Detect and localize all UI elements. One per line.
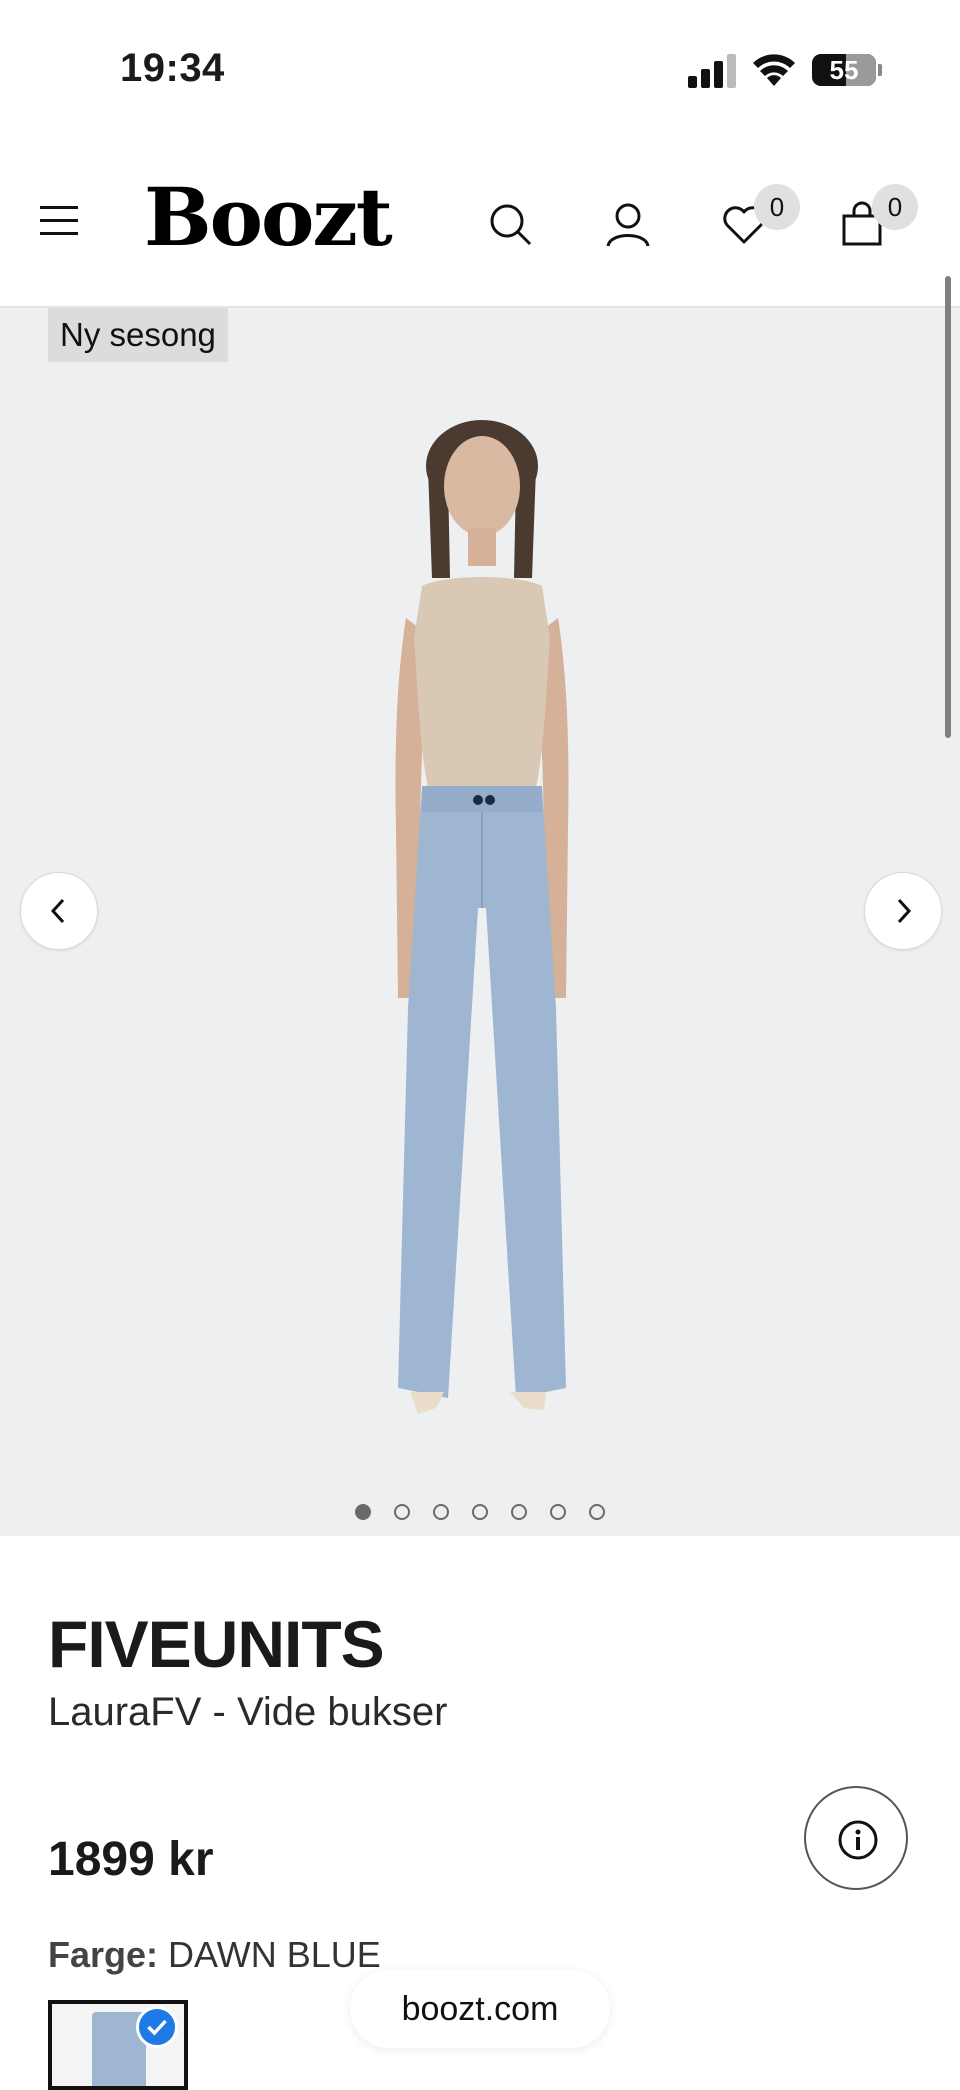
gallery-dot[interactable]	[550, 1504, 566, 1520]
gallery-dot[interactable]	[355, 1504, 371, 1520]
gallery-dot[interactable]	[394, 1504, 410, 1520]
info-button[interactable]	[804, 1786, 908, 1890]
check-icon	[136, 2006, 178, 2048]
battery-icon: 55	[812, 54, 876, 86]
page-scrollbar[interactable]	[945, 276, 951, 738]
product-price: 1899 kr	[48, 1833, 214, 1886]
color-row: Farge: DAWN BLUE	[48, 1934, 381, 1976]
battery-level: 55	[829, 55, 859, 85]
battery-tip	[878, 64, 882, 76]
gallery-dot[interactable]	[589, 1504, 605, 1520]
chevron-left-icon	[50, 898, 65, 924]
logo[interactable]: Boozt	[144, 170, 393, 264]
cellular-signal-icon	[688, 52, 738, 88]
wifi-icon	[753, 54, 795, 86]
status-time: 19:34	[120, 46, 225, 90]
color-value: DAWN BLUE	[168, 1934, 381, 1975]
info-icon	[838, 1820, 878, 1860]
color-label: Farge:	[48, 1934, 159, 1975]
gallery-dot[interactable]	[433, 1504, 449, 1520]
new-season-tag: Ny sesong	[48, 308, 228, 362]
product-image-gallery[interactable]: Ny sesong	[0, 308, 960, 1536]
chevron-right-icon	[897, 898, 912, 924]
gallery-pagination[interactable]	[0, 1504, 960, 1526]
wishlist-count-badge: 0	[754, 184, 800, 230]
status-bar: 19:34 55	[0, 0, 960, 130]
menu-icon[interactable]	[40, 206, 80, 236]
gallery-dot[interactable]	[511, 1504, 527, 1520]
next-image-button[interactable]	[864, 872, 942, 950]
gallery-dot[interactable]	[472, 1504, 488, 1520]
product-image[interactable]	[340, 408, 630, 1448]
browser-url-pill[interactable]: boozt.com	[350, 1970, 610, 2048]
site-header: Boozt 0 0	[0, 130, 960, 308]
product-brand[interactable]: FIVEUNITS	[48, 1606, 385, 1682]
product-name: LauraFV - Vide bukser	[48, 1690, 448, 1734]
user-icon[interactable]	[604, 200, 652, 248]
cart-count-badge: 0	[872, 184, 918, 230]
previous-image-button[interactable]	[20, 872, 98, 950]
search-icon[interactable]	[486, 200, 534, 248]
